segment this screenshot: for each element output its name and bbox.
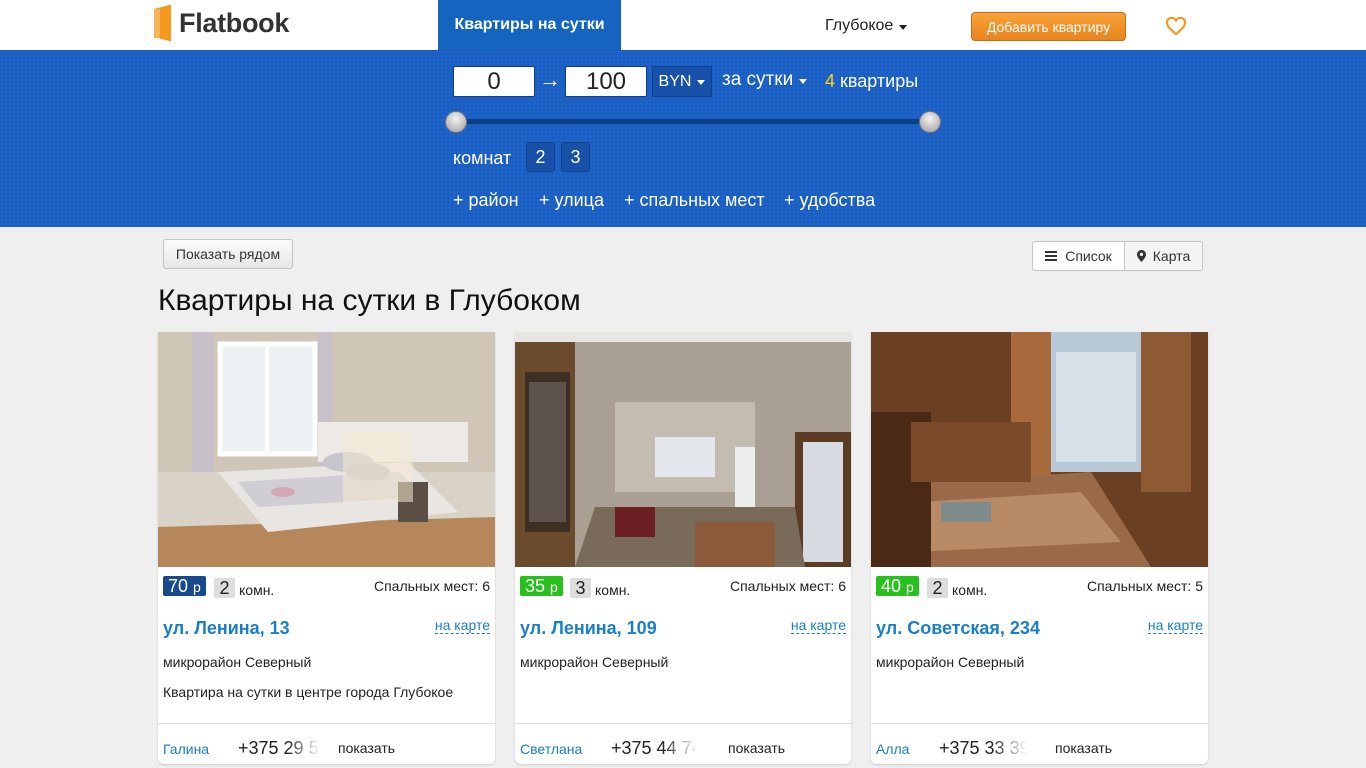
results-count-number: 4	[825, 71, 836, 91]
on-map-link[interactable]: на карте	[1147, 618, 1203, 634]
filter-district[interactable]: + район	[453, 190, 519, 211]
card-divider	[515, 723, 851, 724]
page-title: Квартиры на сутки в Глубоком	[158, 284, 581, 317]
rooms-label: комнат	[453, 148, 512, 168]
rooms-badge: 3	[570, 578, 591, 598]
sleeping-places: Спальных мест: 6	[729, 578, 846, 594]
rooms-label: комн.	[239, 582, 275, 598]
results-count: 4 квартиры	[825, 71, 918, 92]
on-map-link[interactable]: на карте	[434, 618, 490, 634]
flatbook-logo[interactable]: Flatbook	[154, 4, 289, 42]
top-header: Flatbook Квартиры на сутки Глубокое Доба…	[0, 0, 1366, 50]
listing-description: Квартира на сутки в центре города Глубок…	[163, 684, 454, 700]
period-select[interactable]: за сутки	[722, 69, 808, 91]
flatbook-watermark: Flatbook	[1146, 743, 1193, 756]
listing-address-link[interactable]: ул. Ленина, 109	[520, 618, 657, 639]
view-map-label: Карта	[1152, 248, 1191, 264]
listing-card[interactable]: Flatbook 40 р 2 комн. Спальных мест: 5 ул…	[871, 332, 1208, 764]
show-phone-button[interactable]: показать	[728, 740, 785, 756]
price-badge: 35 р	[520, 576, 563, 596]
phone-number: +375 33 39	[939, 738, 1030, 758]
currency-symbol: р	[193, 579, 201, 595]
price-max-input[interactable]: 100	[565, 66, 647, 97]
price-min-input[interactable]: 0	[453, 66, 535, 97]
price-min-handle[interactable]	[445, 111, 467, 133]
flatbook-watermark: Flatbook	[433, 743, 480, 756]
filter-beds[interactable]: + спальных мест	[624, 190, 765, 211]
map-marker-icon	[1136, 250, 1146, 262]
view-list-label: Список	[1065, 248, 1112, 264]
caret-down-icon	[697, 80, 706, 85]
view-list-button[interactable]: Список	[1032, 241, 1125, 271]
filter-amenities[interactable]: + удобства	[784, 190, 875, 211]
owner-name[interactable]: Алла	[876, 741, 909, 757]
district-label: микрорайон Северный	[520, 654, 669, 670]
door-logo-icon	[1146, 743, 1152, 756]
price-max-handle[interactable]	[919, 111, 941, 133]
city-dropdown[interactable]: Глубокое	[825, 17, 908, 35]
price-badge: 70 р	[163, 576, 206, 596]
door-logo-icon	[433, 743, 439, 756]
currency-symbol: р	[550, 579, 558, 595]
results-count-label: квартиры	[840, 71, 919, 91]
view-map-button[interactable]: Карта	[1124, 241, 1203, 271]
phone-number: +375 29 5	[238, 738, 319, 758]
add-apartment-button[interactable]: Добавить квартиру	[971, 12, 1126, 41]
show-phone-button[interactable]: показать	[338, 740, 395, 756]
phone-number: +375 44 74	[611, 738, 702, 758]
caret-down-icon	[899, 24, 908, 30]
listing-photo[interactable]	[158, 332, 495, 567]
price-value: 35	[525, 576, 546, 596]
show-phone-button[interactable]: показать	[1055, 740, 1112, 756]
watermark-text: Flatbook	[441, 744, 480, 755]
flatbook-watermark: Flatbook	[789, 743, 836, 756]
show-nearby-button[interactable]: Показать рядом	[163, 239, 293, 269]
door-logo-icon	[154, 4, 171, 42]
rooms-label: комн.	[595, 582, 631, 598]
currency-symbol: р	[906, 579, 914, 595]
sleeping-places: Спальных мест: 5	[1086, 578, 1203, 594]
list-icon	[1045, 251, 1058, 261]
on-map-link[interactable]: на карте	[790, 618, 846, 634]
period-label: за сутки	[722, 69, 794, 90]
district-label: микрорайон Северный	[163, 654, 312, 670]
price-value: 70	[168, 576, 189, 596]
owner-name[interactable]: Светлана	[520, 741, 582, 757]
listing-photo[interactable]	[871, 332, 1208, 567]
caret-down-icon	[799, 78, 808, 84]
sleeping-places: Спальных мест: 6	[373, 578, 490, 594]
watermark-text: Flatbook	[797, 744, 836, 755]
listing-address-link[interactable]: ул. Ленина, 13	[163, 618, 290, 639]
filter-street[interactable]: + улица	[539, 190, 604, 211]
currency-select[interactable]: BYN	[652, 66, 712, 97]
listing-address-link[interactable]: ул. Советская, 234	[876, 618, 1040, 639]
watermark-text: Flatbook	[1154, 744, 1193, 755]
listing-photo[interactable]	[515, 332, 851, 567]
city-label: Глубокое	[825, 17, 894, 34]
price-badge: 40 р	[876, 576, 919, 596]
rooms-label: комн.	[952, 582, 988, 598]
rooms-badge: 2	[214, 578, 235, 598]
heart-icon[interactable]	[1165, 16, 1187, 36]
card-divider	[158, 723, 495, 724]
logo-text: Flatbook	[179, 7, 290, 38]
tab-daily-rent[interactable]: Квартиры на сутки	[438, 0, 621, 50]
rooms-option-3[interactable]: 3	[561, 142, 590, 172]
listing-card[interactable]: Flatbook 70 р 2 комн. Спальных мест: 6 ул…	[158, 332, 495, 764]
currency-label: BYN	[658, 72, 692, 90]
rooms-option-2[interactable]: 2	[526, 142, 555, 172]
rooms-badge: 2	[927, 578, 948, 598]
card-divider	[871, 723, 1208, 724]
price-range-track[interactable]	[456, 119, 930, 124]
listing-card[interactable]: Flatbook 35 р 3 комн. Спальных мест: 6 ул…	[515, 332, 851, 764]
arrow-right-icon: →	[539, 67, 561, 92]
district-label: микрорайон Северный	[876, 654, 1025, 670]
owner-name[interactable]: Галина	[163, 741, 209, 757]
door-logo-icon	[789, 743, 795, 756]
price-value: 40	[881, 576, 902, 596]
